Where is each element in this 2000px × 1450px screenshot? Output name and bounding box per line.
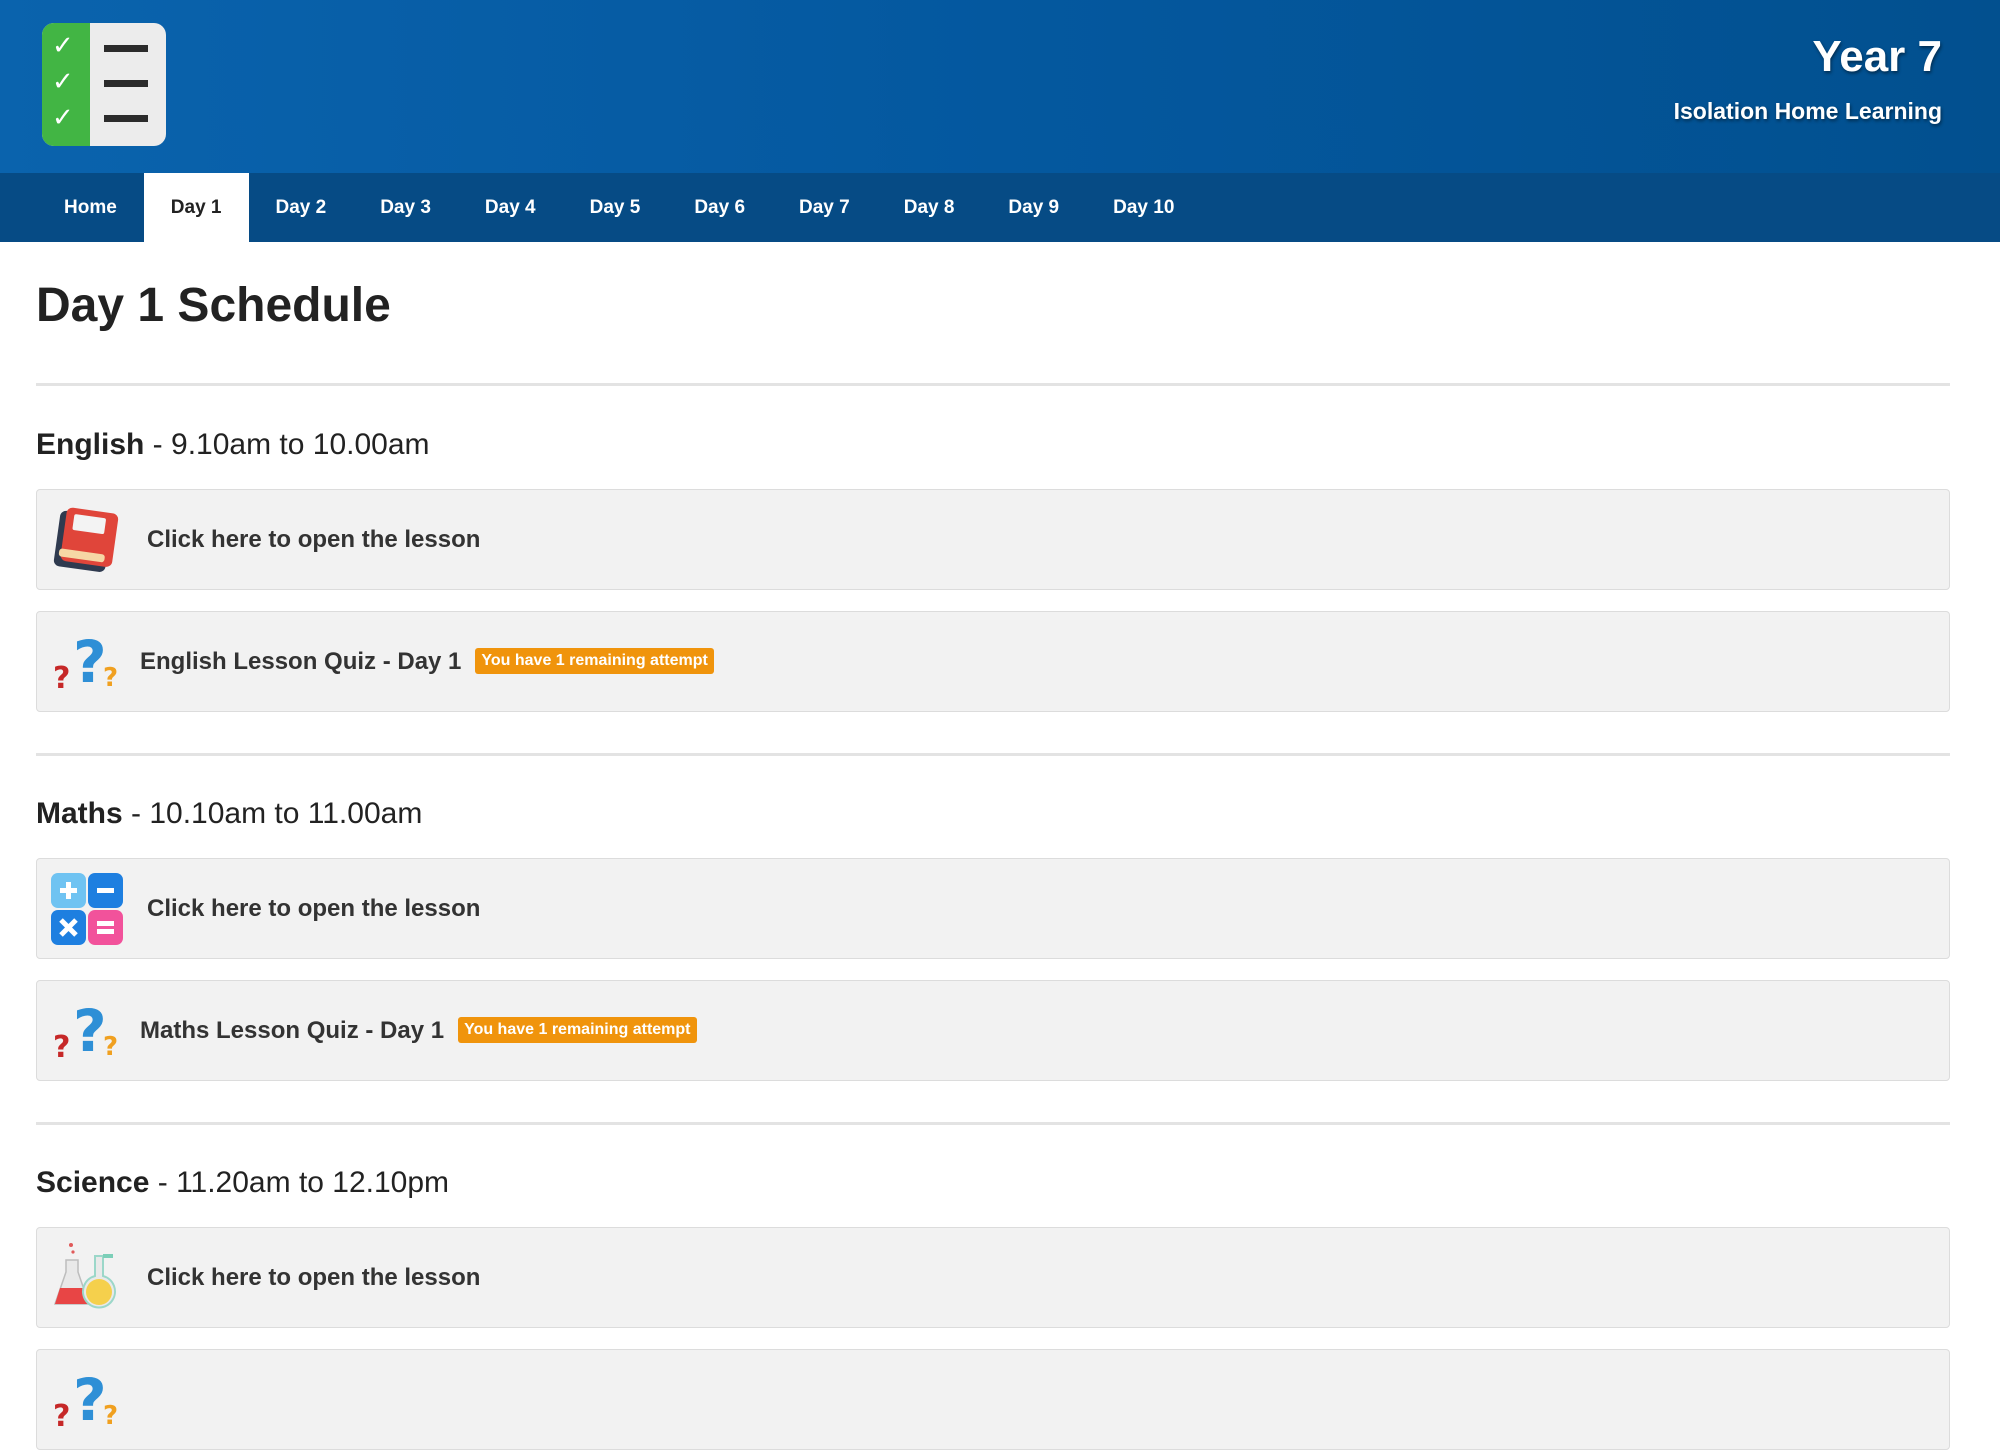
- site-subtitle: Isolation Home Learning: [1673, 98, 1942, 124]
- calculator-icon: [51, 873, 123, 945]
- site-title: Year 7: [1812, 32, 1942, 81]
- svg-text:?: ?: [103, 1032, 118, 1062]
- divider: [36, 753, 1950, 756]
- lesson-link-science[interactable]: Click here to open the lesson: [36, 1227, 1950, 1328]
- divider: [36, 1122, 1950, 1125]
- nav-item-day-10[interactable]: Day 10: [1086, 173, 1201, 242]
- nav-item-home[interactable]: Home: [37, 173, 144, 242]
- divider: [36, 383, 1950, 386]
- question-marks-icon: ? ? ?: [53, 628, 118, 696]
- attempts-badge: You have 1 remaining attempt: [458, 1016, 697, 1043]
- quiz-title: Maths Lesson Quiz - Day 1: [140, 1017, 445, 1044]
- section-heading-english: English - 9.10am to 10.00am: [36, 428, 430, 462]
- svg-text:?: ?: [103, 663, 118, 693]
- nav-item-day-5[interactable]: Day 5: [563, 173, 668, 242]
- svg-text:?: ?: [53, 661, 70, 696]
- nav-item-day-6[interactable]: Day 6: [667, 173, 772, 242]
- subject-name: English: [36, 428, 145, 461]
- nav-item-day-7[interactable]: Day 7: [772, 173, 877, 242]
- nav-item-day-3[interactable]: Day 3: [353, 173, 458, 242]
- question-marks-icon: ? ? ?: [53, 997, 118, 1065]
- subject-time: - 11.20am to 12.10pm: [149, 1166, 450, 1199]
- flasks-icon: [53, 1243, 116, 1309]
- section-heading-science: Science - 11.20am to 12.10pm: [36, 1166, 449, 1200]
- question-marks-icon: ? ? ?: [53, 1366, 118, 1434]
- nav-item-day-1[interactable]: Day 1: [143, 173, 249, 242]
- subject-time: - 9.10am to 10.00am: [144, 428, 430, 461]
- main-nav: Home Day 1 Day 2 Day 3 Day 4 Day 5 Day 6…: [0, 173, 2000, 242]
- lesson-link-label: Click here to open the lesson: [147, 1264, 481, 1291]
- page-title: Day 1 Schedule: [36, 279, 391, 332]
- nav-item-day-8[interactable]: Day 8: [877, 173, 982, 242]
- quiz-link-maths[interactable]: ? ? ? Maths Lesson Quiz - Day 1 You have …: [36, 980, 1950, 1081]
- section-heading-maths: Maths - 10.10am to 11.00am: [36, 797, 422, 831]
- svg-text:?: ?: [53, 1030, 70, 1065]
- nav-item-day-4[interactable]: Day 4: [458, 173, 563, 242]
- subject-time: - 10.10am to 11.00am: [122, 797, 423, 830]
- svg-text:?: ?: [53, 1399, 70, 1434]
- svg-text:?: ?: [73, 1366, 107, 1434]
- svg-text:?: ?: [73, 997, 107, 1065]
- attempts-badge: You have 1 remaining attempt: [475, 647, 714, 674]
- subject-name: Science: [36, 1166, 150, 1199]
- quiz-link-english[interactable]: ? ? ? English Lesson Quiz - Day 1 You hav…: [36, 611, 1950, 712]
- svg-text:?: ?: [103, 1401, 118, 1431]
- book-icon: [53, 507, 119, 572]
- lesson-link-label: Click here to open the lesson: [147, 895, 481, 922]
- nav-item-day-9[interactable]: Day 9: [981, 173, 1086, 242]
- quiz-title: English Lesson Quiz - Day 1: [140, 648, 462, 675]
- svg-text:?: ?: [73, 628, 107, 696]
- quiz-link-science[interactable]: ? ? ?: [36, 1349, 1950, 1450]
- lesson-link-maths[interactable]: Click here to open the lesson: [36, 858, 1950, 959]
- lesson-link-label: Click here to open the lesson: [147, 526, 481, 553]
- site-header: ✓ ✓ ✓ Year 7 Isolation Home Learning: [0, 0, 2000, 173]
- nav-item-day-2[interactable]: Day 2: [249, 173, 354, 242]
- lesson-link-english[interactable]: Click here to open the lesson: [36, 489, 1950, 590]
- subject-name: Maths: [36, 797, 123, 830]
- checklist-icon[interactable]: ✓ ✓ ✓: [42, 23, 166, 146]
